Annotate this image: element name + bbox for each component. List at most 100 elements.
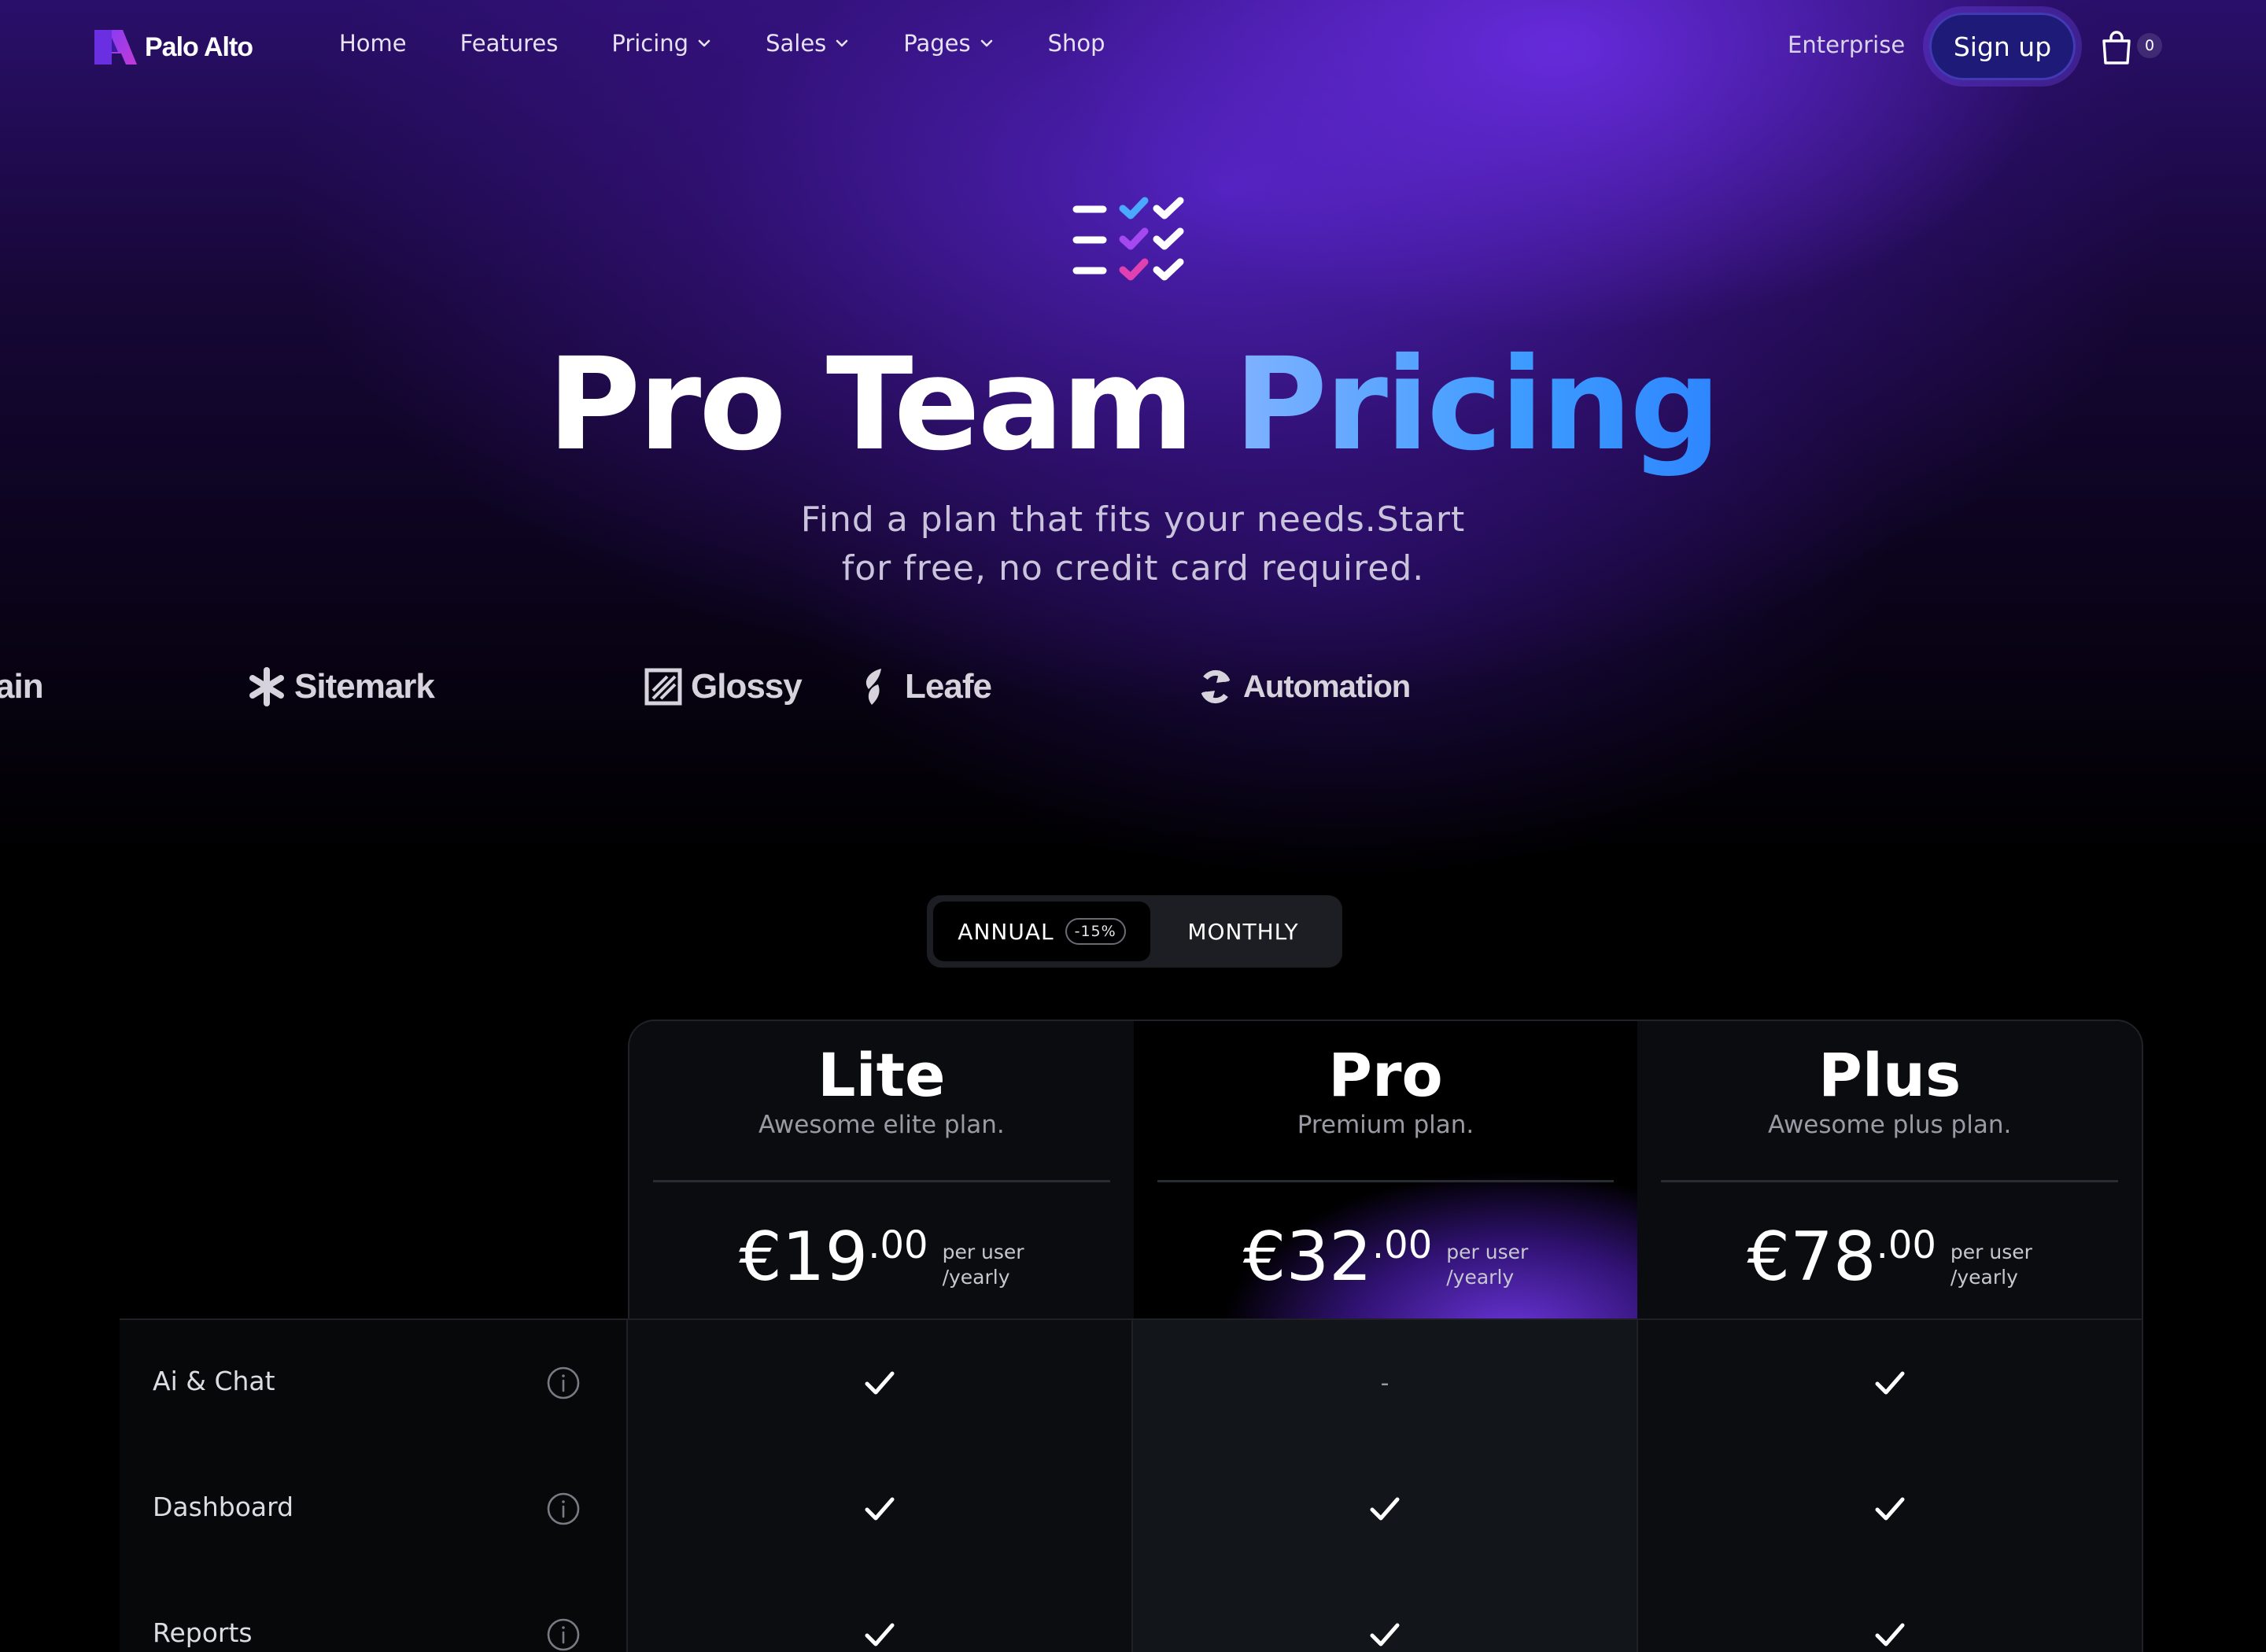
monthly-option[interactable]: MONTHLY [1150,902,1336,961]
logo-automation: Automation [1196,667,1411,706]
logo-partial: ain [0,667,44,706]
price-amount: €19 [739,1218,869,1296]
feature-value-cell [1638,1320,2143,1446]
info-circle-icon[interactable] [546,1617,581,1652]
price-unit: per user /yearly [943,1240,1024,1290]
annual-option[interactable]: ANNUAL -15% [933,902,1150,961]
title-gradient-part: Pricing [1234,331,1721,479]
refresh-icon [1201,669,1231,704]
nav-shop[interactable]: Shop [1048,30,1105,57]
check-icon [1875,1623,1905,1646]
title-white-part: Pro Team [547,331,1194,479]
divider [1661,1180,2119,1182]
plan-price: €78 .00 per user /yearly [1637,1218,2142,1296]
brand-logo[interactable]: Palo Alto [94,28,253,66]
pricing-page: Palo Alto Home Features Pricing Sales Pa… [0,0,2266,1652]
logo-glossy-text: Glossy [691,667,803,706]
feature-value-cell [1638,1572,2143,1652]
plan-pro: Pro Premium plan. €32 .00 per user /year… [1133,1021,1638,1318]
feature-cell: Reports [120,1572,628,1652]
nav-pages[interactable]: Pages [903,30,994,57]
feature-cell: Ai & Chat [120,1320,628,1446]
feature-label: Dashboard [153,1492,294,1522]
nav-home-label: Home [339,30,407,57]
page-subtitle: Find a plan that fits your needs.Start f… [0,496,2266,593]
cart-count-badge: 0 [2137,33,2162,58]
nav-pages-label: Pages [903,30,971,57]
plan-price: €32 .00 per user /yearly [1134,1218,1638,1296]
check-icon [1370,1623,1400,1646]
pricing-plans: Lite Awesome elite plan. €19 .00 per use… [628,1020,2143,1318]
nav-features[interactable]: Features [460,30,559,57]
shopping-bag-icon[interactable] [2098,28,2135,66]
feature-label: Reports [153,1617,253,1648]
plan-name: Lite [817,1040,946,1110]
logo-automation-text: Automation [1243,669,1411,704]
nav-features-label: Features [459,30,559,57]
enterprise-link[interactable]: Enterprise [1788,31,1905,58]
plan-description: Premium plan. [1297,1111,1474,1139]
annual-label: ANNUAL [958,918,1054,945]
feature-comparison-table: Ai & Chat - Dashboard Reports [120,1318,2143,1652]
logo-sitemark: Sitemark [247,667,435,706]
nav-sales[interactable]: Sales [766,30,850,57]
logo-partial-text: ain [0,667,44,706]
price-unit-line-1: per user [1446,1241,1529,1263]
chevron-down-icon [698,39,710,47]
info-circle-icon[interactable] [546,1366,581,1400]
glossy-square-icon [644,668,682,706]
feature-value-cell [1638,1446,2143,1572]
asterisk-icon [249,667,284,706]
nav-sales-label: Sales [766,30,827,57]
info-circle-icon[interactable] [546,1492,581,1526]
table-row: Ai & Chat - [120,1318,2143,1446]
feature-value-cell [628,1446,1133,1572]
plan-price: €19 .00 per user /yearly [629,1218,1134,1296]
feature-value-cell [628,1320,1133,1446]
chevron-down-icon [980,39,992,47]
chevron-down-icon [836,39,848,47]
price-cents: .00 [1371,1223,1433,1267]
plan-description: Awesome elite plan. [758,1111,1005,1139]
plan-plus: Plus Awesome plus plan. €78 .00 per user… [1637,1021,2142,1318]
nav-home[interactable]: Home [339,30,407,57]
nav-pricing[interactable]: Pricing [611,30,712,57]
nav-links: Home Features Pricing Sales Pages Shop [339,30,1159,57]
price-cents: .00 [1876,1223,1936,1267]
check-icon [865,1623,895,1646]
price-unit-line-1: per user [1950,1241,2032,1263]
discount-badge: -15% [1065,918,1126,945]
checklist-icon [1072,197,1184,281]
price-unit-line-1: per user [942,1241,1024,1263]
plan-name: Pro [1328,1040,1443,1110]
logo-sitemark-text: Sitemark [294,667,435,706]
price-unit-line-2: /yearly [942,1266,1010,1289]
feature-label: Ai & Chat [153,1366,275,1396]
palo-alto-logo-icon [94,30,137,65]
top-navigation: Palo Alto Home Features Pricing Sales Pa… [0,0,2266,94]
divider [653,1180,1110,1182]
logo-glossy: Glossy [644,667,803,706]
check-icon [1875,1497,1905,1521]
table-row: Dashboard [120,1444,2143,1572]
brand-name: Palo Alto [145,31,253,62]
price-amount: €32 [1242,1218,1372,1296]
divider [1157,1180,1615,1182]
price-amount: €78 [1747,1218,1877,1296]
price-unit: per user /yearly [1950,1240,2032,1290]
logo-leafe: Leafe [858,667,992,706]
plan-name: Plus [1818,1040,1962,1110]
check-icon [865,1371,895,1395]
page-title: Pro Team Pricing [0,330,2266,480]
not-included-dash: - [1380,1369,1389,1397]
plan-lite: Lite Awesome elite plan. €19 .00 per use… [629,1021,1134,1318]
feature-value-cell: - [1133,1320,1638,1446]
feature-value-cell [628,1572,1133,1652]
price-unit-line-2: /yearly [1446,1266,1515,1289]
check-icon [865,1497,895,1521]
leaf-icon [865,669,881,705]
price-unit-line-2: /yearly [1950,1266,2018,1289]
signup-button[interactable]: Sign up [1929,13,2076,80]
nav-pricing-label: Pricing [611,30,689,57]
price-cents: .00 [868,1223,928,1267]
